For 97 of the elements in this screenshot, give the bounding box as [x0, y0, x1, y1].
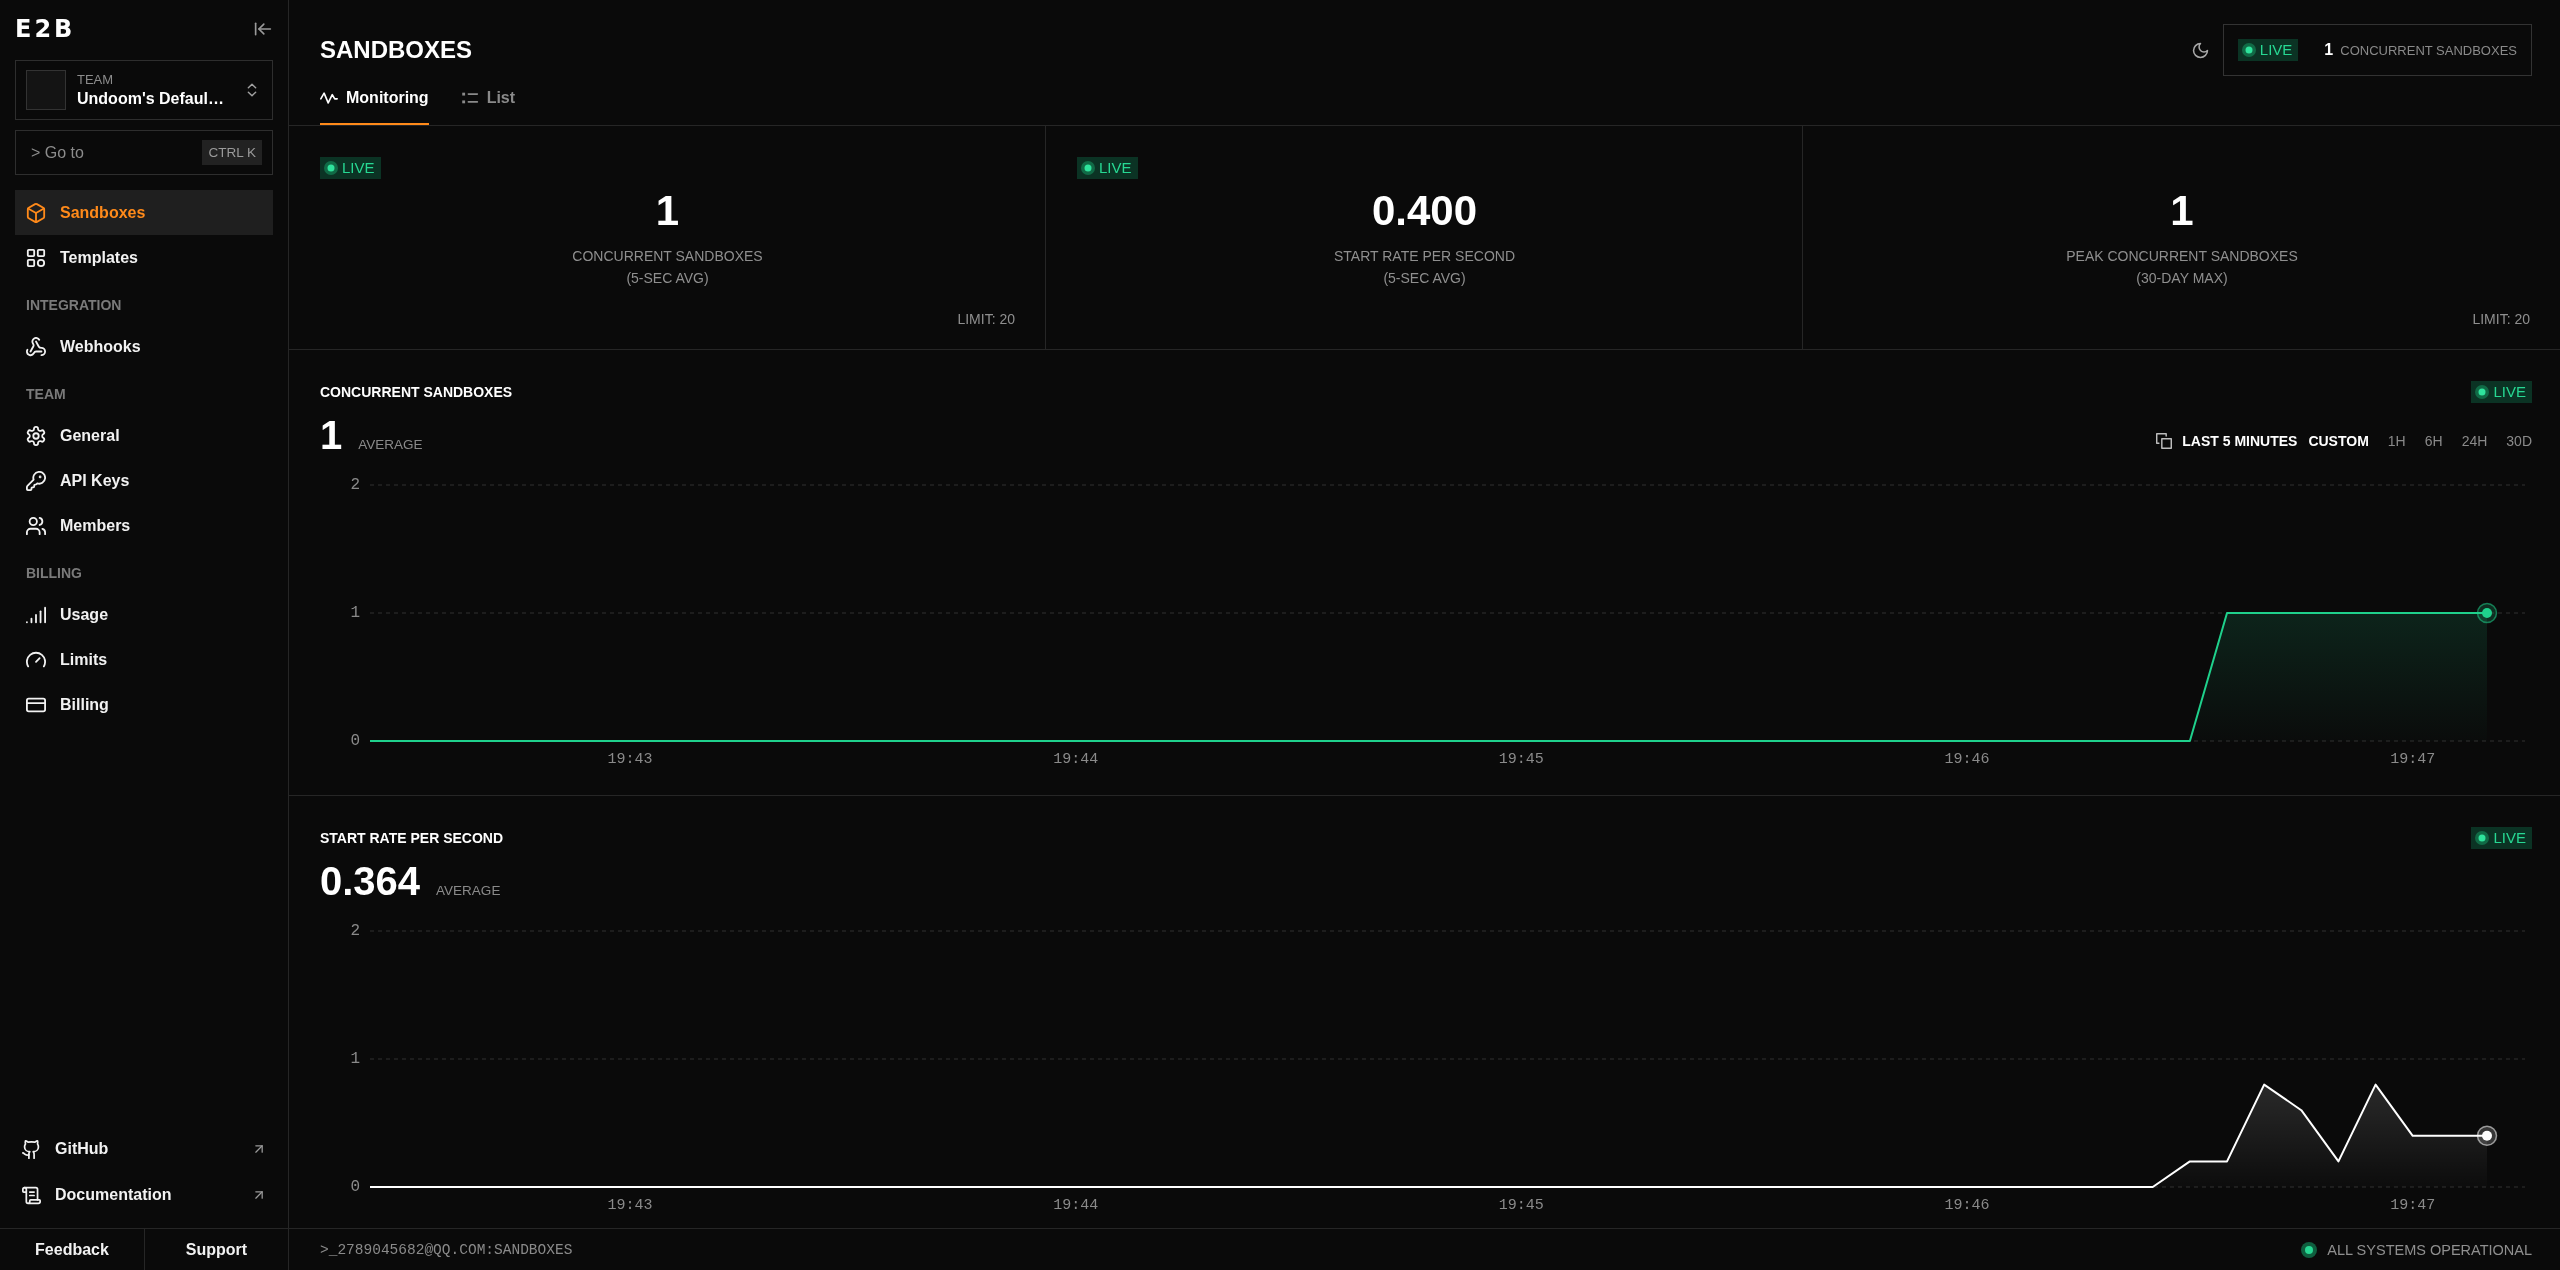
section-heading: BILLING: [26, 565, 82, 581]
cube-icon: [26, 202, 46, 223]
y-tick-label: 1: [350, 604, 360, 622]
team-label: TEAM: [77, 71, 115, 88]
external-link[interactable]: GitHub: [15, 1126, 273, 1172]
limit-label: LIMIT: 20: [2472, 310, 2530, 329]
nav-item[interactable]: Usage: [15, 592, 273, 637]
average-value: 0.364: [320, 859, 421, 903]
nav-item[interactable]: API Keys: [15, 458, 273, 503]
tab[interactable]: List: [460, 75, 516, 125]
live-text: LIVE: [2259, 40, 2293, 60]
x-tick-label: 19:46: [1944, 1196, 1990, 1214]
y-tick-label: 2: [350, 922, 360, 940]
stat-sublabel: (5-SEC AVG): [1383, 269, 1466, 288]
logo[interactable]: E2B: [15, 16, 76, 42]
stat-sublabel: (5-SEC AVG): [626, 269, 709, 288]
arrow-up-right-icon: [252, 1188, 266, 1202]
limit-label: LIMIT: 20: [957, 310, 1015, 329]
stat-sublabel: (30-DAY MAX): [2136, 269, 2228, 288]
team-avatar: [26, 70, 66, 110]
counter-label: CONCURRENT SANDBOXES: [2340, 42, 2517, 58]
x-tick-label: 19:43: [607, 1196, 653, 1214]
team-name: Undoom's Defaul…: [77, 89, 225, 109]
average-label: AVERAGE: [436, 883, 501, 898]
x-tick-label: 19:45: [1498, 1196, 1544, 1214]
nav-item[interactable]: Webhooks: [15, 324, 273, 369]
webhook-icon: [26, 336, 46, 357]
nav-item[interactable]: Sandboxes: [15, 190, 273, 235]
terminal-path: >_2789045682@QQ.COM:SANDBOXES: [320, 1241, 573, 1258]
x-tick-label: 19:44: [1053, 750, 1099, 768]
average-value: 1: [320, 413, 343, 457]
key-icon: [26, 470, 46, 491]
x-tick-label: 19:47: [2390, 1196, 2436, 1214]
range-option[interactable]: 24H: [2461, 433, 2488, 449]
tab[interactable]: Monitoring: [320, 75, 429, 125]
section-heading: INTEGRATION: [26, 297, 122, 313]
shortcut-key: CTRL K: [202, 140, 262, 165]
gauge-icon: [26, 649, 46, 670]
stat-label: CONCURRENT SANDBOXES: [572, 247, 763, 266]
y-tick-label: 0: [350, 732, 360, 750]
footer-button[interactable]: Feedback: [0, 1229, 145, 1270]
live-text: LIVE: [342, 158, 375, 178]
counter-value: 1: [2324, 41, 2334, 59]
range-label: LAST 5 MINUTES: [2182, 433, 2298, 449]
range-option[interactable]: 1H: [2387, 433, 2406, 449]
arrow-left-to-line-icon[interactable]: [254, 20, 272, 38]
range-option[interactable]: CUSTOM: [2308, 433, 2369, 449]
nav-item[interactable]: Limits: [15, 637, 273, 682]
settings-icon: [26, 425, 46, 446]
latest-point-marker: [2476, 602, 2498, 624]
stat-label: PEAK CONCURRENT SANDBOXES: [2066, 247, 2298, 266]
squares-grid-icon: [26, 247, 46, 268]
page-title: SANDBOXES: [320, 35, 474, 65]
live-dot-icon: [2475, 831, 2490, 845]
signal-bars-icon: [26, 604, 46, 625]
range-option[interactable]: 30D: [2506, 433, 2532, 449]
x-tick-label: 19:47: [2390, 750, 2436, 768]
nav-item[interactable]: Templates: [15, 235, 273, 280]
nav-item[interactable]: General: [15, 413, 273, 458]
stat-value: 1: [2170, 188, 2194, 234]
live-text: LIVE: [2493, 828, 2526, 848]
stat-value: 1: [655, 188, 680, 234]
average-label: AVERAGE: [358, 437, 423, 452]
x-tick-label: 19:46: [1944, 750, 1990, 768]
live-text: LIVE: [2493, 382, 2526, 402]
x-tick-label: 19:45: [1498, 750, 1544, 768]
live-text: LIVE: [1099, 158, 1132, 178]
y-tick-label: 2: [350, 476, 360, 494]
go-to-field[interactable]: > Go to CTRL K: [15, 130, 273, 175]
live-dot-icon: [2241, 43, 2256, 57]
chart-title: START RATE PER SECOND: [320, 830, 504, 846]
range-option[interactable]: 6H: [2424, 433, 2443, 449]
status-dot-icon: [2301, 1241, 2318, 1258]
users-icon: [26, 515, 46, 536]
stat-label: START RATE PER SECOND: [1334, 247, 1515, 266]
nav-item[interactable]: Billing: [15, 682, 273, 727]
arrow-up-right-icon: [252, 1142, 266, 1156]
external-link[interactable]: Documentation: [15, 1172, 273, 1218]
x-tick-label: 19:43: [607, 750, 653, 768]
moon-icon[interactable]: [2191, 41, 2209, 59]
stat-value: 0.400: [1371, 188, 1478, 234]
y-tick-label: 1: [350, 1050, 360, 1068]
section-heading: TEAM: [26, 386, 66, 402]
chart-title: CONCURRENT SANDBOXES: [320, 384, 513, 400]
footer-button[interactable]: Support: [145, 1229, 288, 1270]
x-tick-label: 19:44: [1053, 1196, 1099, 1214]
status-text: ALL SYSTEMS OPERATIONAL: [2327, 1241, 2532, 1258]
live-dot-icon: [1081, 161, 1095, 175]
scroll-icon: [22, 1185, 41, 1205]
team-selector[interactable]: TEAM Undoom's Defaul…: [15, 60, 273, 120]
github-icon: [22, 1139, 41, 1159]
live-dot-icon: [324, 161, 338, 175]
nav-item[interactable]: Members: [15, 503, 273, 548]
live-dot-icon: [2475, 385, 2490, 399]
pulse-line-icon: [320, 89, 338, 107]
y-tick-label: 0: [350, 1178, 360, 1196]
overlapping-squares-icon[interactable]: [2156, 433, 2173, 449]
